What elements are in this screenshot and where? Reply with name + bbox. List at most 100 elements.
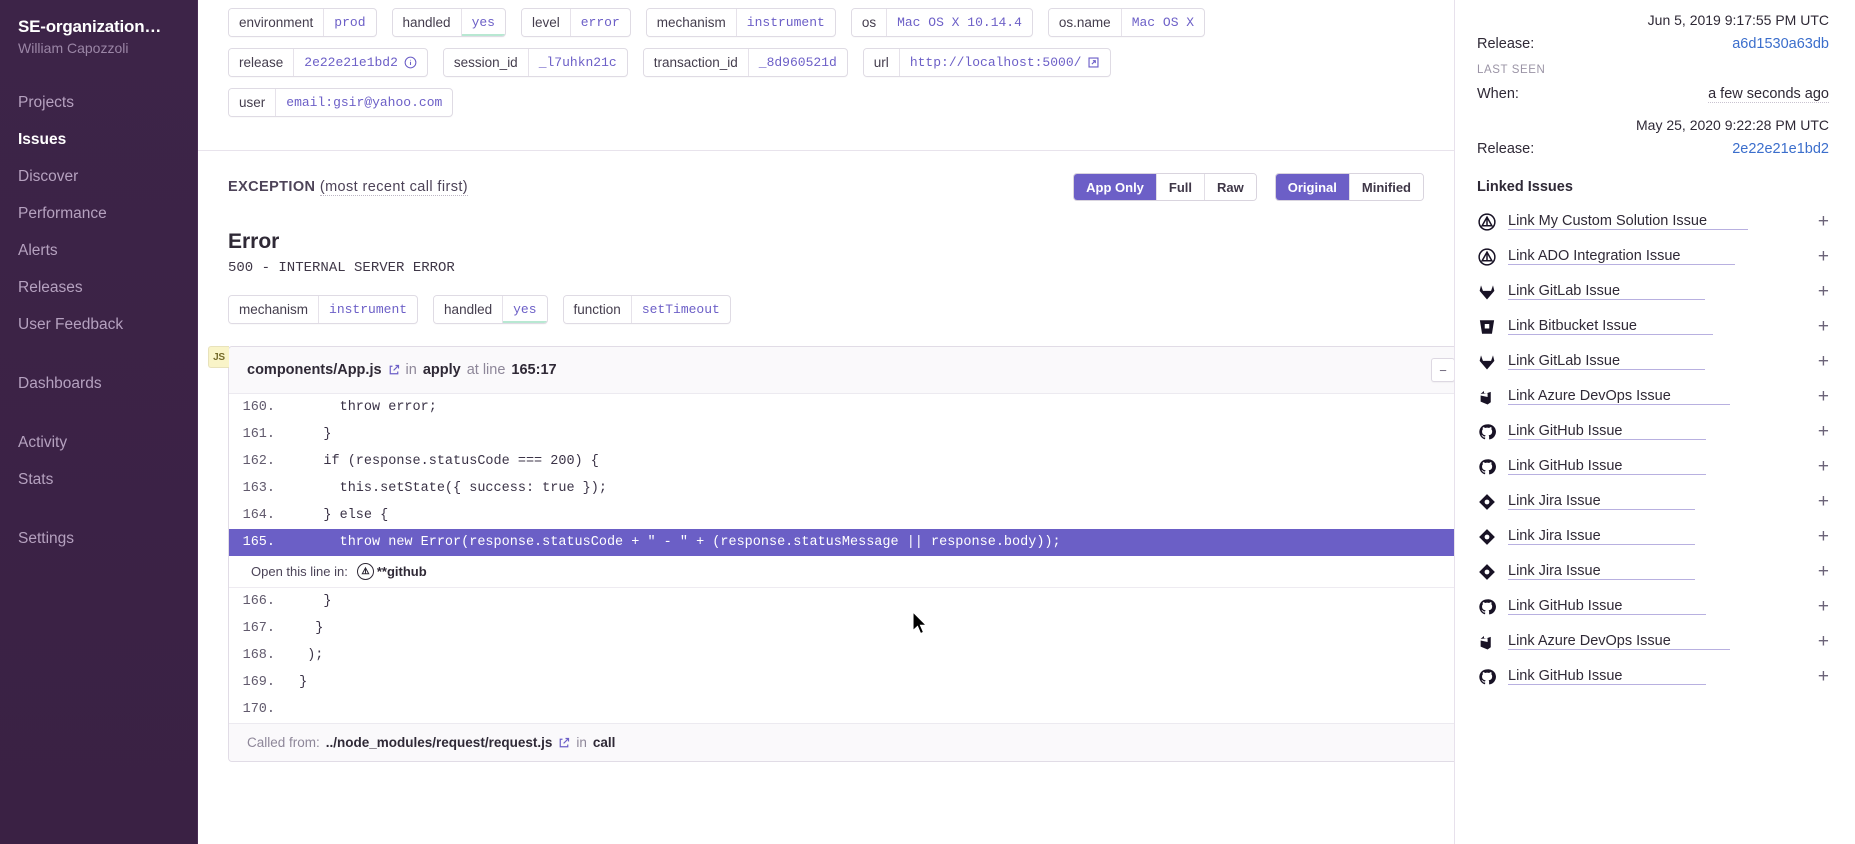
tag-value[interactable]: yes xyxy=(462,9,505,36)
sidebar-item-stats[interactable]: Stats xyxy=(0,461,197,498)
code-line-highlighted[interactable]: 165. throw new Error(response.statusCode… xyxy=(229,529,1454,556)
linked-issue-link[interactable]: Link My Custom Solution Issue xyxy=(1508,213,1749,230)
tag-handled[interactable]: handled yes xyxy=(391,8,506,37)
info-icon[interactable] xyxy=(404,56,417,69)
view-btn-raw[interactable]: Raw xyxy=(1205,174,1256,200)
linked-issue-link[interactable]: Link Azure DevOps Issue xyxy=(1508,633,1730,650)
tag-value[interactable]: Mac OS X 10.14.4 xyxy=(887,9,1032,36)
tag-value[interactable]: email:gsir@yahoo.com xyxy=(276,89,452,116)
tag-value[interactable]: http://localhost:5000/ xyxy=(900,49,1111,76)
tag-environment[interactable]: environment prod xyxy=(228,8,377,37)
linked-issue-link[interactable]: Link GitHub Issue xyxy=(1508,668,1706,685)
code-line[interactable]: 166. } xyxy=(229,588,1454,615)
add-linked-issue-button[interactable]: + xyxy=(1811,422,1829,441)
linked-issue-link[interactable]: Link Bitbucket Issue xyxy=(1508,318,1713,335)
tag-user[interactable]: user email:gsir@yahoo.com xyxy=(228,88,454,117)
add-linked-issue-button[interactable]: + xyxy=(1811,352,1829,371)
linked-issue-link[interactable]: Link Jira Issue xyxy=(1508,528,1695,545)
add-linked-issue-button[interactable]: + xyxy=(1811,457,1829,476)
frame-filename[interactable]: components/App.js xyxy=(247,362,382,378)
add-linked-issue-button[interactable]: + xyxy=(1811,597,1829,616)
add-linked-issue-button[interactable]: + xyxy=(1811,247,1829,266)
tag-level[interactable]: level error xyxy=(520,8,631,37)
tag-value[interactable]: instrument xyxy=(319,296,417,323)
tag-key: environment xyxy=(229,9,325,36)
tag-value[interactable]: Mac OS X xyxy=(1122,9,1204,36)
add-linked-issue-button[interactable]: + xyxy=(1811,632,1829,651)
tag-handled[interactable]: handled yes xyxy=(433,295,548,324)
collapse-frame-button[interactable]: − xyxy=(1431,358,1454,382)
source-btn-original[interactable]: Original xyxy=(1275,174,1350,200)
sidebar-item-projects[interactable]: Projects xyxy=(0,84,197,121)
sidebar-item-settings[interactable]: Settings xyxy=(0,520,197,557)
linked-issue-link[interactable]: Link GitLab Issue xyxy=(1508,353,1705,370)
tag-value[interactable]: setTimeout xyxy=(632,296,730,323)
tag-mechanism[interactable]: mechanism instrument xyxy=(645,8,836,37)
first-release-value[interactable]: a6d1530a63db xyxy=(1732,36,1829,52)
code-line[interactable]: 163. this.setState({ success: true }); xyxy=(229,475,1454,502)
linked-issue-link[interactable]: Link Azure DevOps Issue xyxy=(1508,388,1730,405)
tag-release[interactable]: release 2e22e21e1bd2 xyxy=(228,48,428,77)
frame-header[interactable]: components/App.js in apply at line 165:1… xyxy=(229,347,1454,394)
view-btn-full[interactable]: Full xyxy=(1156,174,1206,200)
tag-value[interactable]: _l7uhkn21c xyxy=(529,49,627,76)
code-line[interactable]: 168. ); xyxy=(229,642,1454,669)
stacktrace-source-toggle[interactable]: Original Minified xyxy=(1274,173,1424,201)
code-line[interactable]: 164. } else { xyxy=(229,502,1454,529)
called-from-path[interactable]: ../node_modules/request/request.js xyxy=(326,735,553,750)
sidebar-item-releases[interactable]: Releases xyxy=(0,269,197,306)
sidebar-item-dashboards[interactable]: Dashboards xyxy=(0,365,197,402)
tag-value[interactable]: _8d960521d xyxy=(749,49,847,76)
add-linked-issue-button[interactable]: + xyxy=(1811,667,1829,686)
tag-url[interactable]: url http://localhost:5000/ xyxy=(862,48,1112,77)
code-line[interactable]: 167. } xyxy=(229,615,1454,642)
add-linked-issue-button[interactable]: + xyxy=(1811,387,1829,406)
linked-issues-list: Link My Custom Solution Issue + Link ADO I… xyxy=(1477,204,1829,694)
source-btn-minified[interactable]: Minified xyxy=(1349,174,1423,200)
code-line[interactable]: 160. throw error; xyxy=(229,394,1454,421)
linked-issue-link[interactable]: Link ADO Integration Issue xyxy=(1508,248,1735,265)
tag-transaction-id[interactable]: transaction_id _8d960521d xyxy=(642,48,848,77)
add-linked-issue-button[interactable]: + xyxy=(1811,282,1829,301)
linked-issue-link[interactable]: Link Jira Issue xyxy=(1508,563,1695,580)
code-line[interactable]: 161. } xyxy=(229,421,1454,448)
last-release-value[interactable]: 2e22e21e1bd2 xyxy=(1732,141,1829,157)
linked-issue-link[interactable]: Link GitHub Issue xyxy=(1508,458,1706,475)
linked-issue-link[interactable]: Link GitHub Issue xyxy=(1508,598,1706,615)
add-linked-issue-button[interactable]: + xyxy=(1811,562,1829,581)
add-linked-issue-button[interactable]: + xyxy=(1811,317,1829,336)
tag-mechanism[interactable]: mechanism instrument xyxy=(228,295,419,324)
code-line[interactable]: 169. } xyxy=(229,669,1454,696)
tag-value[interactable]: 2e22e21e1bd2 xyxy=(294,49,427,76)
tag-value[interactable]: yes xyxy=(503,296,546,323)
tag-value[interactable]: instrument xyxy=(737,9,835,36)
tag-value[interactable]: error xyxy=(571,9,630,36)
external-link-icon[interactable] xyxy=(558,737,570,749)
org-header[interactable]: SE-organization… William Capozzoli xyxy=(0,14,197,84)
linked-issue-link[interactable]: Link GitLab Issue xyxy=(1508,283,1705,300)
first-release-label: Release: xyxy=(1477,36,1535,52)
tag-os-name[interactable]: os.name Mac OS X xyxy=(1047,8,1206,37)
tag-os[interactable]: os Mac OS X 10.14.4 xyxy=(850,8,1033,37)
tag-session-id[interactable]: session_id _l7uhkn21c xyxy=(442,48,628,77)
sidebar-item-issues[interactable]: Issues xyxy=(0,121,197,158)
code-line[interactable]: 162. if (response.statusCode === 200) { xyxy=(229,448,1454,475)
add-linked-issue-button[interactable]: + xyxy=(1811,212,1829,231)
sidebar-item-activity[interactable]: Activity xyxy=(0,424,197,461)
stacktrace-view-toggle[interactable]: App Only Full Raw xyxy=(1073,173,1257,201)
tag-function[interactable]: function setTimeout xyxy=(562,295,731,324)
linked-issue-link[interactable]: Link GitHub Issue xyxy=(1508,423,1706,440)
sidebar-item-performance[interactable]: Performance xyxy=(0,195,197,232)
linked-issue-link[interactable]: Link Jira Issue xyxy=(1508,493,1695,510)
external-link-icon[interactable] xyxy=(1087,56,1100,69)
tag-value[interactable]: prod xyxy=(324,9,375,36)
sidebar-item-alerts[interactable]: Alerts xyxy=(0,232,197,269)
code-line[interactable]: 170. xyxy=(229,696,1454,723)
sidebar-item-discover[interactable]: Discover xyxy=(0,158,197,195)
view-btn-app-only[interactable]: App Only xyxy=(1074,174,1157,200)
sidebar-item-user-feedback[interactable]: User Feedback xyxy=(0,306,197,343)
external-link-icon[interactable] xyxy=(388,364,400,376)
open-line-provider-button[interactable]: **github xyxy=(356,563,427,580)
add-linked-issue-button[interactable]: + xyxy=(1811,492,1829,511)
add-linked-issue-button[interactable]: + xyxy=(1811,527,1829,546)
